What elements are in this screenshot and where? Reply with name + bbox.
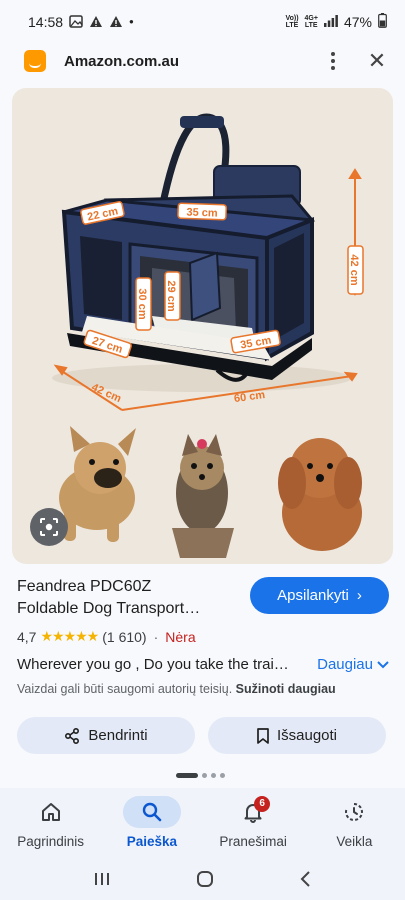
bookmark-icon <box>257 727 269 744</box>
visit-button-label: Apsilankyti <box>277 587 349 604</box>
carrier-illustration: 22 cm 35 cm 42 cm 30 cm 29 cm 27 cm 35 c… <box>52 113 364 558</box>
chevron-down-icon <box>377 660 389 668</box>
notification-dot-icon: ● <box>129 17 134 26</box>
gallery-icon <box>69 14 83 30</box>
rating-row: 4,7 ★★★★★ (1 610) · Nėra <box>17 628 196 645</box>
recent-apps-icon[interactable] <box>93 871 111 887</box>
share-button-label: Bendrinti <box>88 727 148 744</box>
dim-height-door: 29 cm <box>165 280 177 311</box>
share-button[interactable]: Bendrinti <box>17 717 195 754</box>
system-navigation <box>0 858 405 900</box>
status-bar: 14:58 ● Vo)) LTE 4G+ LTE 47% <box>0 0 405 44</box>
nav-item-notifications[interactable]: 6 Pranešimai <box>203 788 304 858</box>
copyright-text: Vaizdai gali būti saugomi autorių teisių… <box>17 682 233 696</box>
nav-label-home: Pagrindinis <box>17 834 85 849</box>
screen: 14:58 ● Vo)) LTE 4G+ LTE 47% Amazon.com.… <box>0 0 405 900</box>
warning-icon-2 <box>109 15 123 30</box>
separator: · <box>153 628 159 645</box>
pager-dots <box>176 773 225 778</box>
product-image[interactable]: 22 cm 35 cm 42 cm 30 cm 29 cm 27 cm 35 c… <box>12 88 393 564</box>
nav-label-activity: Veikla <box>336 834 373 849</box>
more-button-label: Daugiau <box>317 656 373 673</box>
battery-level: 47% <box>343 14 372 30</box>
learn-more-link[interactable]: Sužinoti daugiau <box>236 682 336 696</box>
warning-icon <box>89 15 103 30</box>
visit-button[interactable]: Apsilankyti › <box>250 577 389 614</box>
close-icon[interactable]: ✕ <box>365 49 389 73</box>
nav-label-notifications: Pranešimai <box>219 834 287 849</box>
stock-status: Nėra <box>165 628 196 645</box>
search-icon <box>142 802 162 822</box>
bottom-navigation: Pagrindinis Paieška 6 Pranešimai Veikla <box>0 788 405 858</box>
clock: 14:58 <box>28 14 64 30</box>
home-button-icon[interactable] <box>196 870 214 888</box>
volte-indicator: Vo)) LTE <box>285 15 299 29</box>
product-title-line1: Feandrea PDC60Z <box>17 578 152 595</box>
notification-badge: 6 <box>254 796 271 812</box>
signal-icon <box>323 14 338 30</box>
network-type-indicator: 4G+ LTE <box>304 15 318 29</box>
description-row: Wherever you go , Do you take the trai… … <box>17 656 389 673</box>
review-count: (1 610) <box>102 628 147 645</box>
battery-icon <box>378 13 387 31</box>
save-button[interactable]: Išsaugoti <box>208 717 386 754</box>
nav-item-home[interactable]: Pagrindinis <box>0 788 101 858</box>
chevron-right-icon: › <box>356 587 362 604</box>
rating-value: 4,7 <box>17 628 37 645</box>
more-button[interactable]: Daugiau <box>317 656 389 673</box>
more-options-icon[interactable] <box>321 49 345 73</box>
lens-search-icon[interactable] <box>30 508 68 546</box>
product-description: Wherever you go , Do you take the trai… <box>17 656 289 673</box>
home-icon <box>41 803 60 821</box>
star-rating-icon: ★★★★★ <box>40 628 99 644</box>
product-title-line2: Foldable Dog Transport… <box>17 600 201 617</box>
dim-height-front: 30 cm <box>136 288 148 319</box>
activity-icon <box>345 803 364 821</box>
nav-item-search[interactable]: Paieška <box>101 788 202 858</box>
copyright-notice: Vaizdai gali būti saugomi autorių teisių… <box>17 682 336 696</box>
nav-label-search: Paieška <box>126 834 178 849</box>
source-site-name[interactable]: Amazon.com.au <box>64 53 179 70</box>
save-button-label: Išsaugoti <box>276 727 338 744</box>
toy-poodle <box>278 438 362 551</box>
yorkshire-terrier <box>172 434 234 558</box>
product-title[interactable]: Feandrea PDC60Z Foldable Dog Transport… <box>17 576 247 620</box>
amazon-logo-icon <box>24 50 46 72</box>
back-icon[interactable] <box>299 870 313 888</box>
share-icon <box>65 727 80 744</box>
dim-width-top: 35 cm <box>186 206 218 219</box>
dim-height-right: 42 cm <box>348 254 360 285</box>
french-bulldog <box>59 426 136 542</box>
nav-item-activity[interactable]: Veikla <box>304 788 405 858</box>
source-header: Amazon.com.au ✕ <box>0 44 405 78</box>
